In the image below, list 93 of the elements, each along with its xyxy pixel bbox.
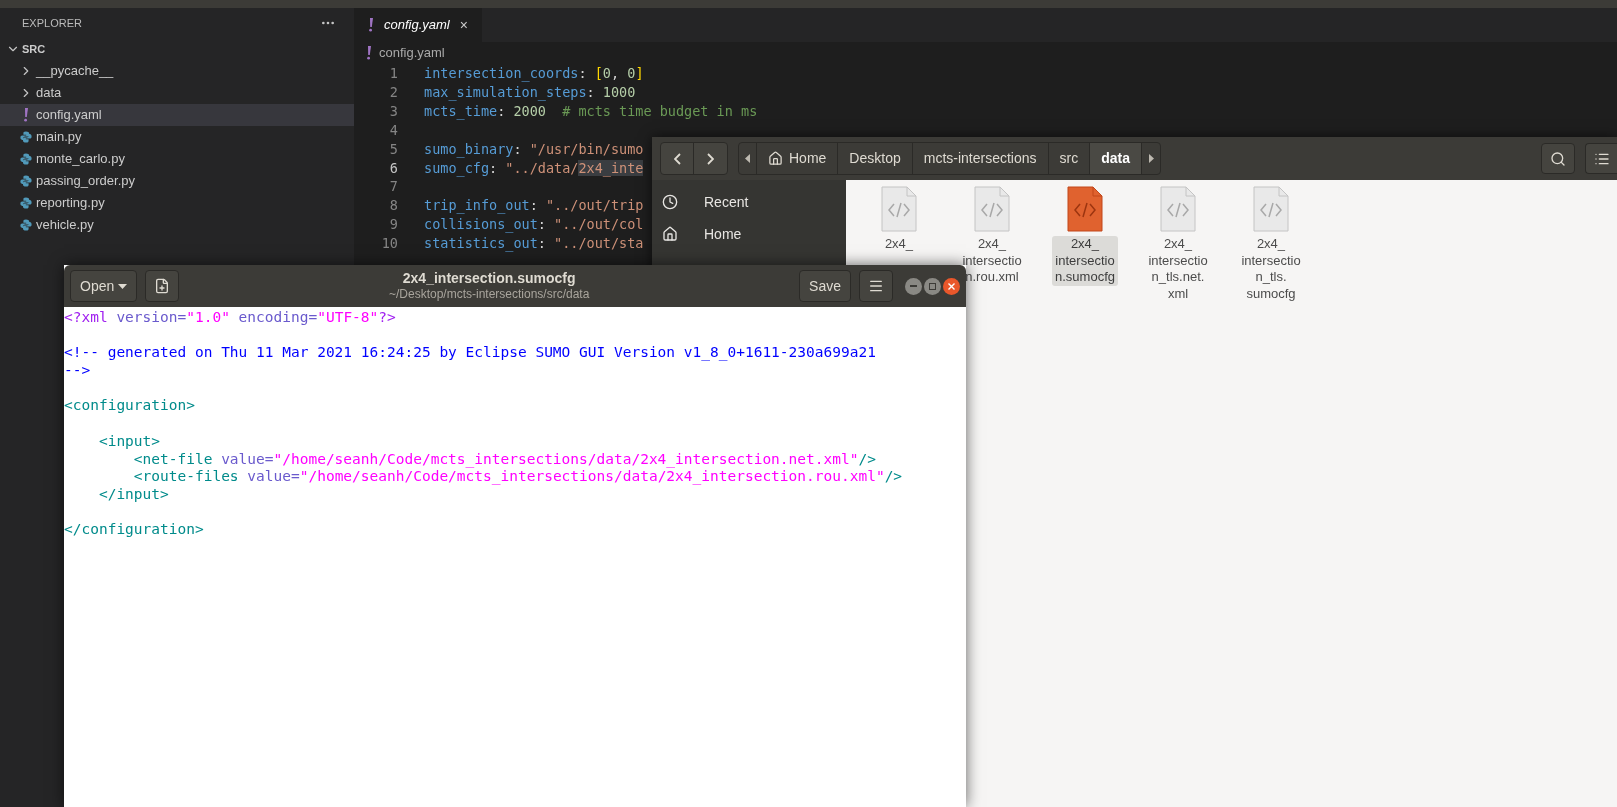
file-tree-item[interactable]: monte_carlo.py bbox=[0, 148, 354, 170]
search-button[interactable] bbox=[1541, 143, 1575, 174]
home-icon bbox=[661, 226, 678, 242]
line-number: 3 bbox=[388, 101, 398, 121]
python-icon bbox=[20, 219, 32, 231]
file-item[interactable]: 2x4_ intersectio n_tls. sumocfg bbox=[1226, 186, 1316, 302]
line-number: 4 bbox=[388, 120, 398, 140]
path-segment[interactable]: mcts-intersections bbox=[912, 143, 1049, 174]
code-line: <!-- generated on Thu 11 Mar 2021 16:24:25 by Eclipse SUMO GUI Version v1_8_0+1611-230a699a21 bbox=[64, 344, 876, 363]
left-triangle-icon bbox=[745, 154, 750, 163]
file-name: 2x4_ intersectio n.rou.xml bbox=[961, 236, 1023, 286]
breadcrumb[interactable]: config.yaml bbox=[379, 43, 445, 63]
forward-icon bbox=[707, 152, 714, 165]
clock-icon bbox=[661, 194, 678, 210]
line-number: 1 bbox=[388, 64, 398, 83]
code-file-icon bbox=[1067, 186, 1103, 232]
code-line: intersection_coords: [0, 0] bbox=[424, 64, 644, 83]
file-tree-item[interactable]: __pycache__ bbox=[0, 60, 354, 82]
file-item[interactable]: 2x4_ intersectio n_tls.net. xml bbox=[1133, 186, 1223, 302]
code-line: <configuration> bbox=[64, 397, 195, 416]
path-segment[interactable]: Home bbox=[757, 143, 839, 174]
code-file-icon bbox=[1160, 186, 1196, 232]
line-number: 8 bbox=[388, 196, 398, 216]
code-file-icon bbox=[1253, 186, 1289, 232]
exclamation-icon bbox=[23, 108, 29, 122]
back-icon bbox=[673, 152, 681, 165]
close-icon bbox=[948, 282, 955, 290]
minimize-button[interactable] bbox=[905, 277, 922, 295]
path-segment[interactable]: Desktop bbox=[838, 143, 913, 174]
code-file-icon bbox=[974, 186, 1010, 232]
file-tree-item[interactable]: vehicle.py bbox=[0, 214, 354, 236]
menu-button[interactable] bbox=[859, 270, 893, 302]
python-icon bbox=[20, 175, 32, 187]
new-tab-button[interactable] bbox=[145, 270, 180, 302]
code-line: trip_info_out: "../out/trip bbox=[424, 196, 644, 216]
file-tree-item[interactable]: reporting.py bbox=[0, 192, 354, 214]
sidebar-item[interactable]: Recent bbox=[652, 186, 846, 218]
line-number: 7 bbox=[388, 177, 398, 197]
file-item[interactable]: 2x4_ intersectio n.rou.xml bbox=[947, 186, 1037, 286]
line-number: 6 bbox=[388, 158, 398, 178]
home-icon bbox=[768, 151, 783, 166]
path-segment[interactable]: data bbox=[1090, 143, 1142, 174]
file-name: 2x4_ intersectio n.sumocfg bbox=[1052, 236, 1118, 286]
explorer-title: EXPLORER bbox=[22, 15, 82, 31]
line-number: 10 bbox=[380, 234, 398, 254]
code-line: <input> bbox=[97, 432, 161, 451]
code-line: <route-files value="/home/seanh/Code/mcts_intersections/data/2x4_intersection.rou.xml"/> bbox=[132, 468, 903, 486]
file-name: 2x4_ intersectio n_tls. sumocfg bbox=[1240, 236, 1302, 302]
new-document-icon bbox=[154, 278, 171, 294]
code-line: --> bbox=[64, 362, 91, 380]
line-number: 5 bbox=[388, 139, 398, 159]
save-button[interactable]: Save bbox=[799, 270, 851, 302]
line-number: 2 bbox=[388, 82, 398, 102]
folder-header[interactable]: SRC bbox=[0, 38, 354, 60]
window-title: 2x4_intersection.sumocfg bbox=[402, 269, 576, 288]
python-icon bbox=[20, 153, 32, 165]
code-line: statistics_out: "../out/sta bbox=[424, 234, 644, 254]
code-file-icon bbox=[881, 186, 917, 232]
code-line: </input> bbox=[97, 485, 169, 504]
menu-icon bbox=[868, 278, 884, 294]
file-tree-item[interactable]: data bbox=[0, 82, 354, 104]
file-item[interactable]: 2x4_ intersectio n.sumocfg bbox=[1040, 186, 1130, 286]
code-line: max_simulation_steps: 1000 bbox=[424, 82, 636, 102]
minimize-icon bbox=[910, 285, 917, 287]
code-line: <net-file value="/home/seanh/Code/mcts_intersections/data/2x4_intersection.net.xml"/> bbox=[132, 450, 876, 469]
file-tree-item[interactable]: passing_order.py bbox=[0, 170, 354, 192]
window-subtitle: ~/Desktop/mcts-intersections/src/data bbox=[388, 287, 590, 303]
sidebar-item[interactable]: Home bbox=[652, 218, 846, 250]
code-line: sumo_binary: "/usr/bin/sumo bbox=[424, 139, 644, 159]
file-item[interactable]: 2x4_ bbox=[854, 186, 944, 253]
exclamation-icon bbox=[368, 18, 374, 32]
exclamation-icon bbox=[366, 46, 372, 60]
file-tree-item[interactable]: config.yaml bbox=[0, 104, 354, 126]
code-line: sumo_cfg: "../data/2x4_inte bbox=[424, 158, 644, 178]
close-icon[interactable]: × bbox=[459, 18, 468, 32]
code-line: mcts_time: 2000 # mcts time budget in ms bbox=[424, 101, 758, 121]
code-line: </configuration> bbox=[64, 521, 204, 539]
code-line: collisions_out: "../out/col bbox=[424, 215, 644, 235]
maximize-icon bbox=[929, 282, 936, 290]
python-icon bbox=[20, 131, 32, 143]
file-tree-item[interactable]: main.py bbox=[0, 126, 354, 148]
code-line: <?xml version="1.0" encoding="UTF-8"?> bbox=[64, 309, 396, 327]
search-icon bbox=[1550, 150, 1566, 167]
open-button[interactable]: Open bbox=[70, 270, 138, 302]
line-number: 9 bbox=[388, 215, 398, 235]
close-button[interactable] bbox=[943, 277, 960, 295]
file-name: 2x4_ bbox=[883, 236, 915, 253]
python-icon bbox=[20, 197, 32, 209]
editor-tab[interactable]: config.yaml × bbox=[354, 8, 482, 42]
right-triangle-icon bbox=[1148, 154, 1154, 163]
caret-icon bbox=[118, 283, 128, 289]
view-button[interactable] bbox=[1585, 143, 1617, 174]
file-name: 2x4_ intersectio n_tls.net. xml bbox=[1147, 236, 1209, 302]
